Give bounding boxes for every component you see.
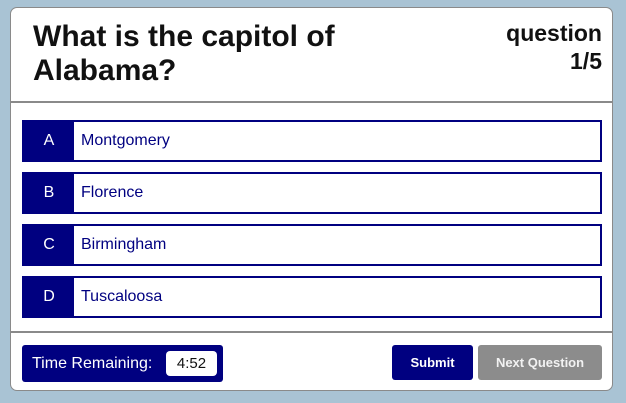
- question-counter: question 1/5: [506, 19, 602, 75]
- time-remaining-value: 4:52: [166, 351, 217, 376]
- quiz-footer: Time Remaining: 4:52 Submit Next Questio…: [11, 331, 612, 390]
- submit-button[interactable]: Submit: [392, 345, 473, 380]
- quiz-card: What is the capitol of Alabama? question…: [10, 7, 613, 391]
- question-text: What is the capitol of Alabama?: [33, 20, 335, 87]
- answer-text: Tuscaloosa: [81, 288, 163, 305]
- answer-text: Montgomery: [81, 132, 170, 149]
- answer-option-b[interactable]: B Florence: [22, 172, 602, 214]
- answer-letter: C: [24, 226, 74, 264]
- answer-list: A Montgomery B Florence C Birmingham D T…: [22, 120, 602, 328]
- answer-option-a[interactable]: A Montgomery: [22, 120, 602, 162]
- question-counter-value: 1/5: [570, 48, 602, 74]
- answer-letter: D: [24, 278, 74, 316]
- answer-option-d[interactable]: D Tuscaloosa: [22, 276, 602, 318]
- answer-letter: B: [24, 174, 74, 212]
- quiz-header: What is the capitol of Alabama? question…: [11, 8, 612, 103]
- time-remaining-label: Time Remaining:: [32, 354, 153, 372]
- answer-text: Birmingham: [81, 236, 167, 253]
- answer-text: Florence: [81, 184, 144, 201]
- next-question-button[interactable]: Next Question: [478, 345, 602, 380]
- answer-option-c[interactable]: C Birmingham: [22, 224, 602, 266]
- answer-letter: A: [24, 122, 74, 160]
- question-counter-label: question: [506, 20, 602, 46]
- time-remaining-panel: Time Remaining: 4:52: [22, 345, 223, 382]
